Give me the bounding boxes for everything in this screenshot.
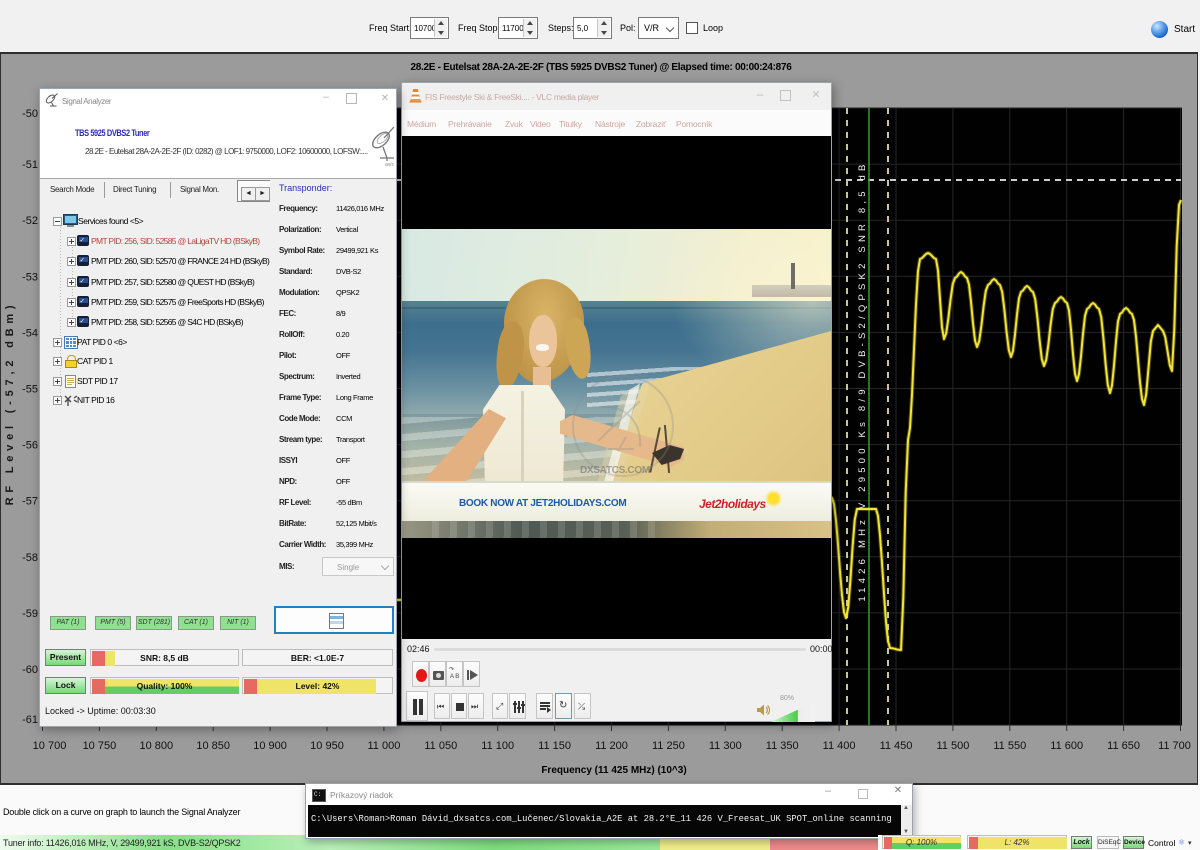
svg-text:11 050: 11 050 (424, 740, 457, 752)
svg-text:-60: -60 (22, 664, 38, 676)
svg-text:11 650: 11 650 (1107, 740, 1140, 752)
svg-text:11426 MHz V 29500 Ks 8/9 DVB-S: 11426 MHz V 29500 Ks 8/9 DVB-S2/QPSK2 SN… (857, 160, 868, 601)
svg-text:-53: -53 (22, 271, 38, 283)
svg-text:-52: -52 (22, 215, 38, 227)
svg-text:11 600: 11 600 (1050, 740, 1083, 752)
svg-text:11 100: 11 100 (481, 740, 514, 752)
svg-text:10 700: 10 700 (33, 740, 67, 752)
svg-text:-59: -59 (22, 608, 38, 620)
svg-text:-51: -51 (22, 159, 38, 171)
svg-text:11 500: 11 500 (936, 740, 969, 752)
svg-text:11 350: 11 350 (766, 740, 799, 752)
svg-text:11 450: 11 450 (880, 740, 913, 752)
svg-text:10 800: 10 800 (139, 740, 173, 752)
svg-text:Frequency (11 425 MHz) (10^3): Frequency (11 425 MHz) (10^3) (541, 765, 686, 776)
svg-text:-56: -56 (22, 440, 38, 452)
svg-text:-57: -57 (22, 496, 38, 508)
svg-text:11 550: 11 550 (993, 740, 1026, 752)
svg-text:10 950: 10 950 (310, 740, 344, 752)
svg-text:-55: -55 (22, 384, 38, 396)
svg-text:11 700: 11 700 (1158, 740, 1191, 752)
svg-text:11 200: 11 200 (595, 740, 628, 752)
svg-text:-58: -58 (22, 552, 38, 564)
svg-text:-54: -54 (22, 327, 38, 339)
svg-text:10 900: 10 900 (253, 740, 287, 752)
svg-text:RF Level (-57,2 dBm): RF Level (-57,2 dBm) (4, 301, 16, 506)
svg-text:10 850: 10 850 (196, 740, 230, 752)
svg-text:11 000: 11 000 (367, 740, 400, 752)
svg-text:11 150: 11 150 (538, 740, 571, 752)
svg-text:10 750: 10 750 (83, 740, 117, 752)
svg-text:11 300: 11 300 (709, 740, 742, 752)
svg-text:11 250: 11 250 (652, 740, 685, 752)
svg-text:-50: -50 (22, 108, 38, 120)
svg-text:11 400: 11 400 (823, 740, 856, 752)
svg-text:axis: axis (385, 162, 394, 167)
svg-text:-61: -61 (22, 714, 38, 726)
